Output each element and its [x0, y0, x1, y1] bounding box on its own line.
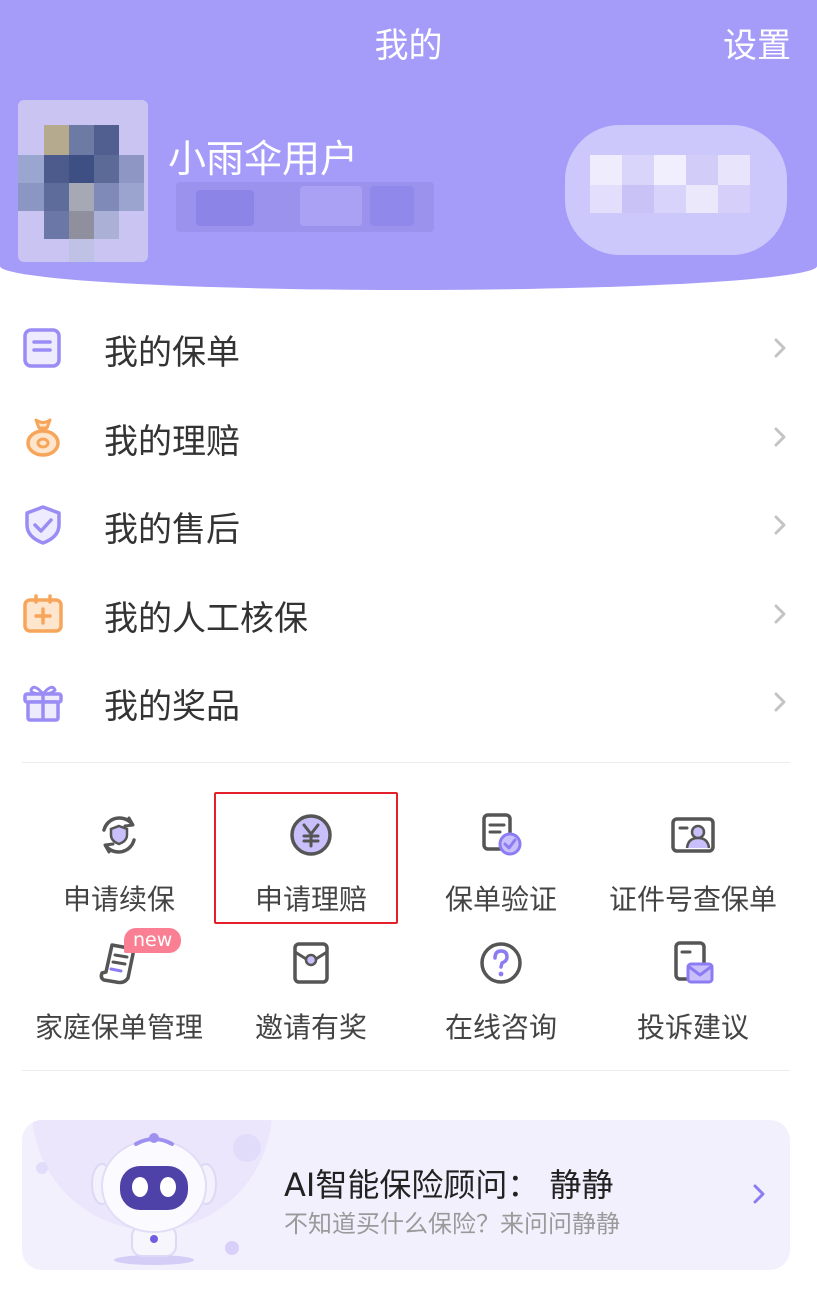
service-label: 家庭保单管理: [34, 1011, 203, 1044]
settings-button[interactable]: 设置: [723, 18, 791, 67]
question-circle-icon: [480, 942, 522, 984]
chevron-right-icon: [774, 604, 786, 623]
ai-advisor-title: AI智能保险顾问： 静静: [284, 1166, 614, 1204]
service-family-policy[interactable]: 家庭保单管理: [24, 940, 214, 1060]
ai-advisor-subtitle: 不知道买什么保险？来问问静静: [284, 1210, 620, 1238]
menu-item-manual-underwriting[interactable]: 我的人工核保: [0, 569, 817, 658]
menu-label: 我的理赔: [104, 421, 240, 462]
menu-item-my-claims[interactable]: 我的理赔: [0, 392, 817, 481]
profile-header: 我的 设置 小雨伞用户: [0, 0, 817, 290]
service-label: 投诉建议: [636, 1011, 749, 1044]
money-bag-icon: [26, 418, 60, 457]
new-badge: new: [124, 928, 182, 953]
service-label: 申请理赔: [254, 883, 367, 916]
service-renew-policy[interactable]: 申请续保: [24, 812, 214, 932]
service-complaint[interactable]: 投诉建议: [598, 940, 788, 1060]
chevron-right-icon: [753, 1184, 765, 1204]
ai-advisor-card[interactable]: AI智能保险顾问： 静静 不知道买什么保险？来问问静静: [22, 1120, 790, 1270]
gift-icon: [23, 685, 63, 722]
service-id-lookup[interactable]: 证件号查保单: [598, 812, 788, 932]
complaint-mail-icon: [674, 941, 714, 984]
service-label: 申请续保: [62, 883, 175, 916]
menu-item-my-policies[interactable]: 我的保单: [0, 303, 817, 392]
divider: [22, 1070, 790, 1071]
page-title: 我的: [374, 26, 443, 66]
avatar[interactable]: [18, 100, 148, 262]
shield-check-icon: [25, 505, 61, 545]
points-redacted: [565, 125, 787, 255]
service-label: 在线咨询: [444, 1011, 557, 1044]
menu-item-after-sales[interactable]: 我的售后: [0, 480, 817, 569]
chevron-right-icon: [774, 427, 786, 446]
renew-shield-icon: [102, 816, 136, 854]
chevron-right-icon: [774, 515, 786, 535]
yen-coin-icon: [290, 814, 332, 856]
menu-label: 我的售后: [104, 510, 240, 550]
medical-kit-icon: [23, 593, 63, 633]
service-label: 证件号查保单: [608, 883, 777, 916]
menu-label: 我的人工核保: [104, 598, 308, 639]
id-card-icon: [671, 817, 715, 853]
service-invite-reward[interactable]: 邀请有奖: [216, 940, 406, 1060]
invite-envelope-icon: [293, 942, 329, 984]
service-verify-policy[interactable]: 保单验证: [406, 812, 596, 932]
service-apply-claim[interactable]: 申请理赔: [216, 812, 406, 932]
service-label: 邀请有奖: [254, 1011, 367, 1044]
service-label: 保单验证: [444, 883, 557, 916]
policy-doc-icon: [23, 328, 61, 368]
menu-list: 我的保单 我的理赔 我的售后 我的人工核保 我的奖品: [0, 303, 817, 746]
service-online-consult[interactable]: 在线咨询: [406, 940, 596, 1060]
chevron-right-icon: [774, 338, 786, 358]
chevron-right-icon: [774, 692, 786, 712]
robot-mascot-icon: [91, 1133, 217, 1265]
divider: [22, 762, 790, 763]
doc-verify-icon: [482, 813, 522, 856]
menu-label: 我的奖品: [104, 687, 240, 727]
menu-item-my-prizes[interactable]: 我的奖品: [0, 657, 817, 746]
menu-label: 我的保单: [104, 333, 240, 373]
username: 小雨伞用户: [168, 137, 359, 181]
